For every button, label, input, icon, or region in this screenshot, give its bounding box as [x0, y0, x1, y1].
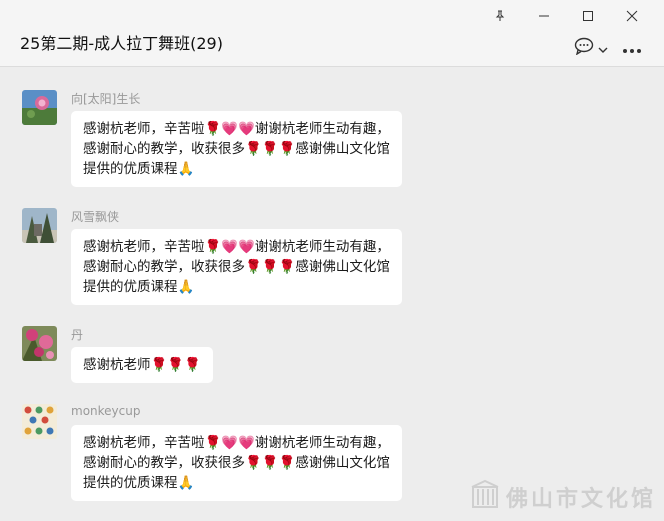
message-bubble[interactable]: 感谢杭老师，辛苦啦🌹💗💗谢谢杭老师生动有趣， 感谢耐心的教学，收获很多🌹🌹🌹感谢…	[71, 111, 402, 187]
avatar[interactable]	[22, 404, 57, 439]
building-logo-icon	[470, 479, 500, 515]
more-icon	[622, 39, 642, 58]
message-line: 感谢耐心的教学，收获很多🌹🌹🌹感谢佛山文化馆	[83, 141, 390, 157]
message-line: 提供的优质课程🙏	[83, 475, 195, 491]
close-icon[interactable]	[610, 6, 654, 26]
chat-header: 25第二期-成人拉丁舞班(29)	[0, 0, 664, 67]
chat-bubble-icon	[574, 37, 594, 59]
message-line: 感谢杭老师，辛苦啦🌹💗💗谢谢杭老师生动有趣，	[83, 239, 390, 255]
message-line: 感谢耐心的教学，收获很多🌹🌹🌹感谢佛山文化馆	[83, 259, 390, 275]
window-controls	[478, 6, 654, 26]
avatar[interactable]	[22, 326, 57, 361]
watermark: 佛山市文化馆	[470, 479, 656, 515]
message-list[interactable]: 向[太阳]生长 感谢杭老师，辛苦啦🌹💗💗谢谢杭老师生动有趣， 感谢耐心的教学，收…	[0, 68, 664, 521]
more-button[interactable]	[622, 39, 642, 58]
sender-name: 丹	[71, 328, 84, 342]
sender-name: monkeycup	[71, 404, 141, 418]
message-line: 提供的优质课程🙏	[83, 279, 195, 295]
message-line: 感谢耐心的教学，收获很多🌹🌹🌹感谢佛山文化馆	[83, 455, 390, 471]
chat-info-button[interactable]	[574, 37, 608, 59]
message-bubble[interactable]: 感谢杭老师，辛苦啦🌹💗💗谢谢杭老师生动有趣， 感谢耐心的教学，收获很多🌹🌹🌹感谢…	[71, 229, 402, 305]
chat-title: 25第二期-成人拉丁舞班(29)	[20, 34, 223, 53]
message-line: 感谢杭老师，辛苦啦🌹💗💗谢谢杭老师生动有趣，	[83, 121, 390, 137]
pin-icon[interactable]	[478, 6, 522, 26]
sender-name: 风雪飘侠	[71, 210, 120, 224]
header-actions	[574, 37, 642, 59]
chevron-down-icon	[598, 39, 608, 58]
maximize-icon[interactable]	[566, 6, 610, 26]
message-bubble[interactable]: 感谢杭老师🌹🌹🌹	[71, 347, 213, 383]
chat-window: 25第二期-成人拉丁舞班(29) 向[太阳]生长 感谢杭老师，辛苦啦🌹💗💗谢谢杭…	[0, 0, 664, 521]
sender-name: 向[太阳]生长	[71, 92, 141, 106]
message-bubble[interactable]: 感谢杭老师，辛苦啦🌹💗💗谢谢杭老师生动有趣， 感谢耐心的教学，收获很多🌹🌹🌹感谢…	[71, 425, 402, 501]
watermark-text: 佛山市文化馆	[505, 486, 656, 512]
message-line: 提供的优质课程🙏	[83, 161, 195, 177]
avatar[interactable]	[22, 208, 57, 243]
message-line: 感谢杭老师🌹🌹🌹	[83, 357, 201, 373]
message-line: 感谢杭老师，辛苦啦🌹💗💗谢谢杭老师生动有趣，	[83, 435, 390, 451]
minimize-icon[interactable]	[522, 6, 566, 26]
avatar[interactable]	[22, 90, 57, 125]
